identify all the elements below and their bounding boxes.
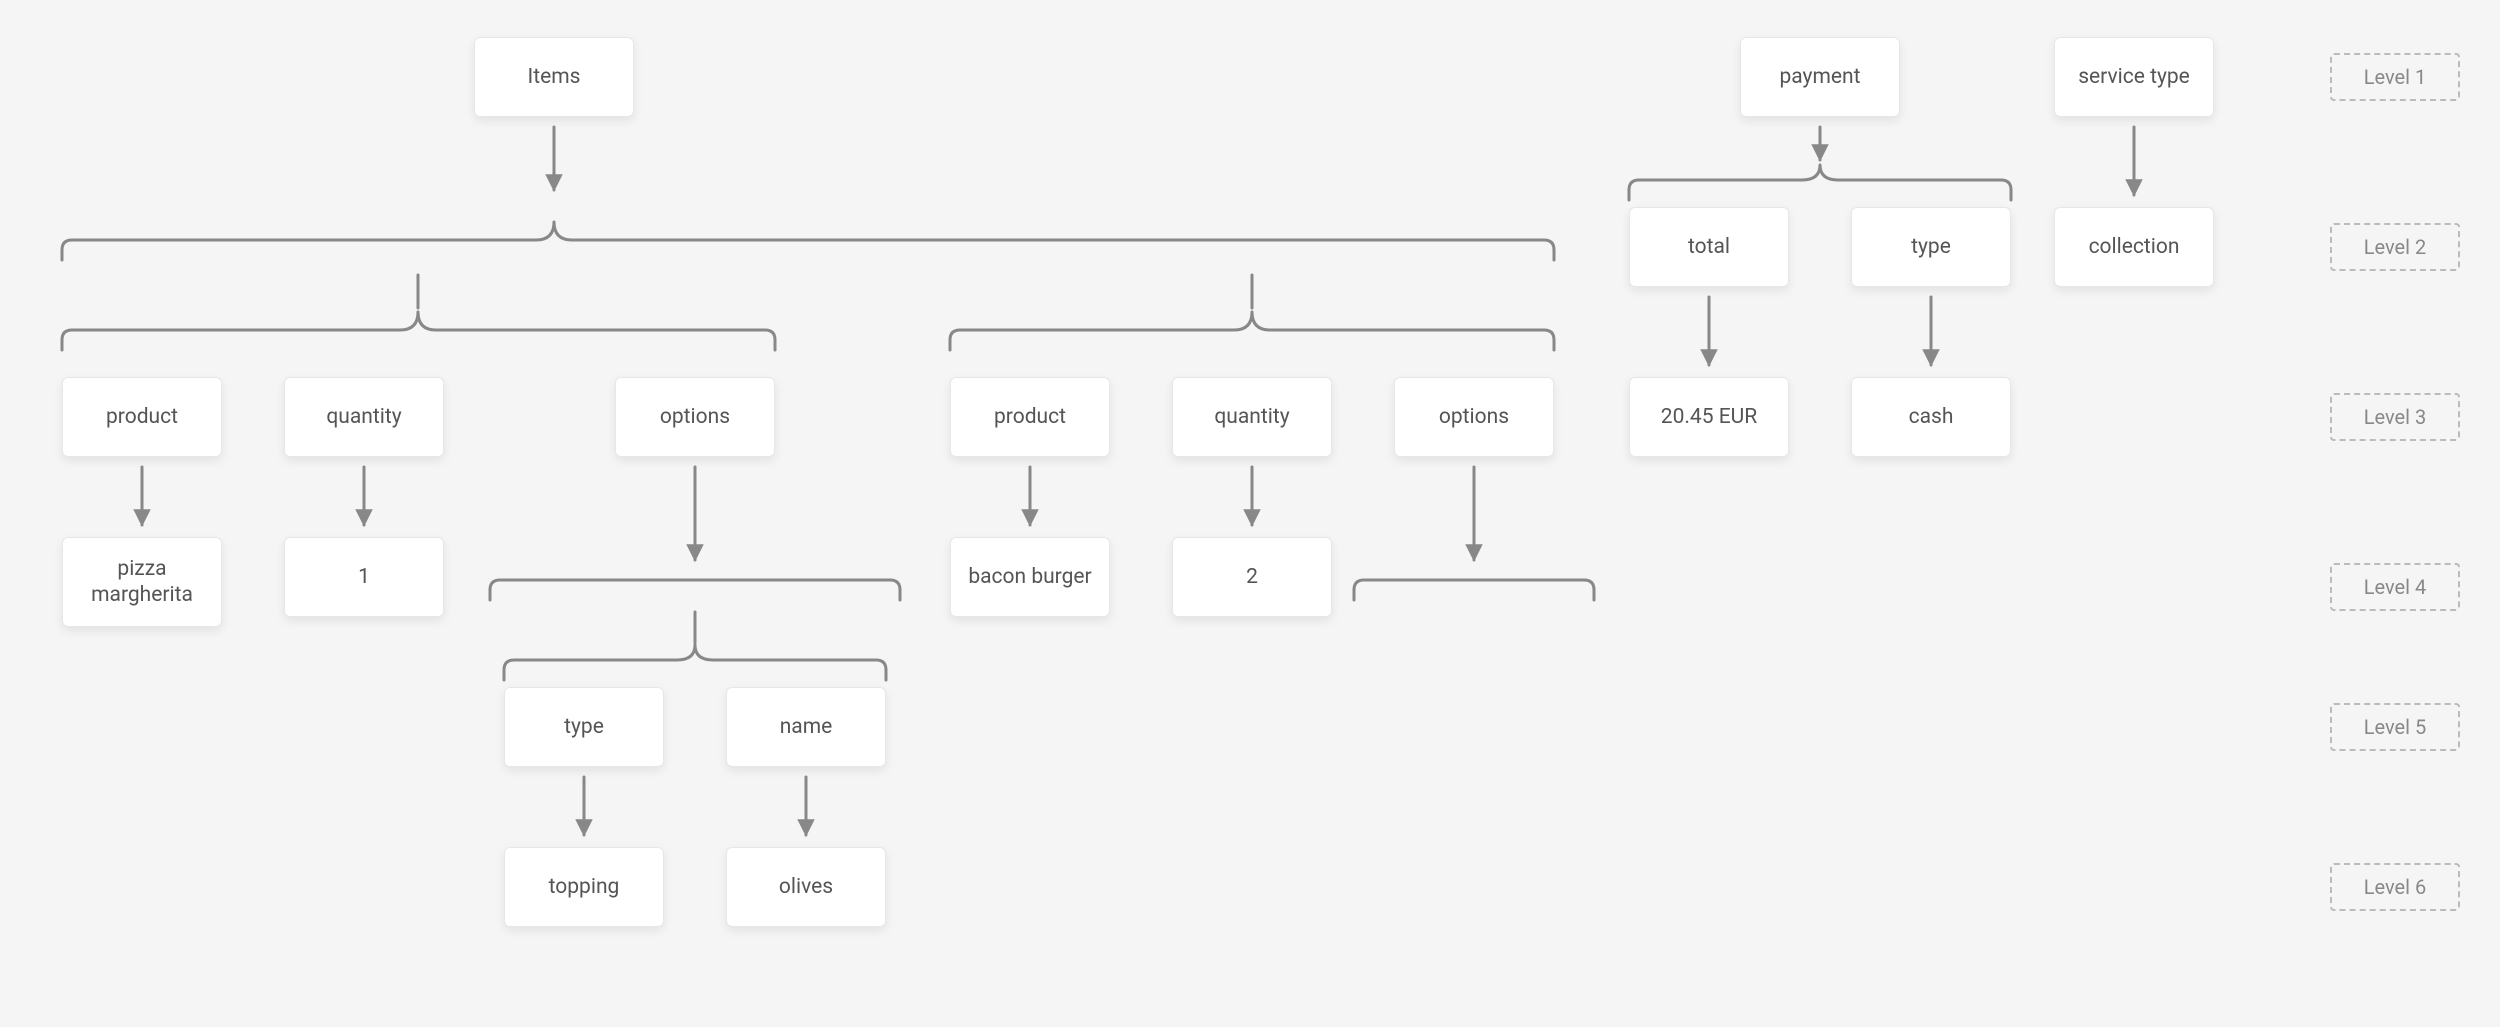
node-olives: olives <box>726 847 886 927</box>
node-payment: payment <box>1740 37 1900 117</box>
node-items: Items <box>474 37 634 117</box>
node-pizza: pizza margherita <box>62 537 222 627</box>
node-service-type: service type <box>2054 37 2214 117</box>
node-total: total <box>1629 207 1789 287</box>
level-5-label: Level 5 <box>2330 703 2460 751</box>
level-2-label: Level 2 <box>2330 223 2460 271</box>
node-qty-1: 1 <box>284 537 444 617</box>
node-options-1: options <box>615 377 775 457</box>
node-qty-2: 2 <box>1172 537 1332 617</box>
node-options-2: options <box>1394 377 1554 457</box>
node-opt-type: type <box>504 687 664 767</box>
node-topping: topping <box>504 847 664 927</box>
node-pay-type: type <box>1851 207 2011 287</box>
level-6-label: Level 6 <box>2330 863 2460 911</box>
node-pay-type-value: cash <box>1851 377 2011 457</box>
node-burger: bacon burger <box>950 537 1110 617</box>
node-product-2: product <box>950 377 1110 457</box>
node-quantity-2: quantity <box>1172 377 1332 457</box>
diagram-connectors <box>0 0 2500 1027</box>
level-4-label: Level 4 <box>2330 563 2460 611</box>
node-product-1: product <box>62 377 222 457</box>
level-1-label: Level 1 <box>2330 53 2460 101</box>
node-collection: collection <box>2054 207 2214 287</box>
level-3-label: Level 3 <box>2330 393 2460 441</box>
node-quantity-1: quantity <box>284 377 444 457</box>
node-total-value: 20.45 EUR <box>1629 377 1789 457</box>
node-opt-name: name <box>726 687 886 767</box>
